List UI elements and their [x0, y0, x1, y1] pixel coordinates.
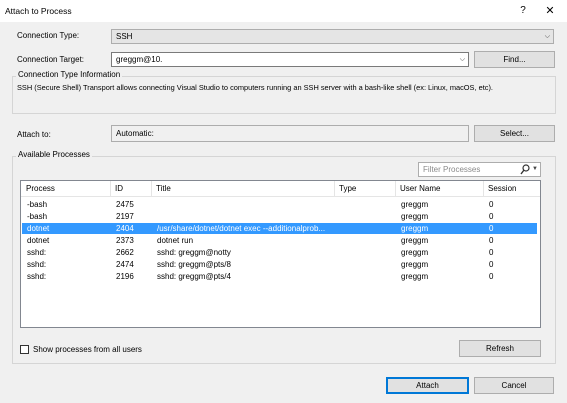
process-cell-title: sshd: greggm@notty [157, 248, 231, 257]
show-all-users-checkbox[interactable] [20, 345, 29, 354]
process-cell-session: 0 [489, 224, 494, 233]
process-cell-title: sshd: greggm@pts/4 [157, 272, 231, 281]
process-cell-user: greggm [401, 200, 429, 209]
process-cell-user: greggm [401, 224, 429, 233]
process-cell-session: 0 [489, 200, 494, 209]
filter-dropdown-icon[interactable]: ▼ [532, 166, 538, 172]
process-cell-process: sshd: [27, 272, 47, 281]
process-cell-process: sshd: [27, 248, 47, 257]
connection-target-value: greggm@10. [116, 55, 163, 64]
process-cell-user: greggm [401, 248, 429, 257]
column-divider[interactable] [110, 181, 111, 196]
process-cell-title: sshd: greggm@pts/8 [157, 260, 231, 269]
column-header-title[interactable]: Title [156, 184, 171, 193]
search-icon[interactable] [520, 164, 530, 175]
process-cell-user: greggm [401, 260, 429, 269]
connection-type-dropdown[interactable]: SSH ⌵ [111, 29, 554, 44]
process-cell-id: 2475 [116, 200, 134, 209]
column-header-process[interactable]: Process [26, 184, 55, 193]
column-divider[interactable] [395, 181, 396, 196]
refresh-button[interactable]: Refresh [459, 340, 541, 357]
process-cell-session: 0 [489, 272, 494, 281]
process-cell-user: greggm [401, 272, 429, 281]
column-divider[interactable] [483, 181, 484, 196]
chevron-down-icon: ⌵ [544, 33, 550, 40]
connection-target-input[interactable]: greggm@10. ⌵ [111, 52, 469, 67]
cancel-button[interactable]: Cancel [474, 377, 554, 394]
process-cell-title: /usr/share/dotnet/dotnet exec --addition… [157, 224, 326, 233]
show-all-users-label[interactable]: Show processes from all users [33, 345, 142, 354]
attach-to-field: Automatic: [111, 125, 469, 142]
process-cell-id: 2197 [116, 212, 134, 221]
attach-button[interactable]: Attach [386, 377, 469, 394]
column-header-type[interactable]: Type [339, 184, 356, 193]
connection-type-label: Connection Type: [17, 31, 80, 40]
process-cell-process: sshd: [27, 260, 47, 269]
filter-placeholder: Filter Processes [423, 165, 481, 174]
process-list-header: Process ID Title Type User Name Session [21, 181, 540, 197]
process-cell-process: -bash [27, 212, 48, 221]
process-cell-session: 0 [489, 260, 494, 269]
chevron-down-icon[interactable]: ⌵ [460, 53, 465, 66]
process-row[interactable]: sshd: 2662 sshd: greggm@notty greggm 0 [22, 247, 537, 258]
process-cell-id: 2662 [116, 248, 134, 257]
process-row[interactable]: dotnet 2373 dotnet run greggm 0 [22, 235, 537, 246]
connection-info-group [12, 76, 556, 114]
title-bar [0, 0, 567, 22]
process-row[interactable]: -bash 2197 greggm 0 [22, 211, 537, 222]
close-button[interactable]: ✕ [540, 3, 560, 19]
process-cell-id: 2373 [116, 236, 134, 245]
attach-to-label: Attach to: [17, 130, 51, 139]
process-cell-id: 2196 [116, 272, 134, 281]
process-cell-id: 2474 [116, 260, 134, 269]
process-cell-session: 0 [489, 248, 494, 257]
process-cell-session: 0 [489, 236, 494, 245]
process-row[interactable]: dotnet 2404/usr/share/dotnet/dotnet exec … [22, 223, 537, 234]
process-row[interactable]: sshd: 2474 sshd: greggm@pts/8 greggm 0 [22, 259, 537, 270]
process-cell-user: greggm [401, 212, 429, 221]
column-divider[interactable] [151, 181, 152, 196]
process-list[interactable]: Process ID Title Type User Name Session … [20, 180, 541, 328]
column-header-id[interactable]: ID [115, 184, 123, 193]
process-cell-title: dotnet run [157, 236, 194, 245]
process-cell-process: dotnet [27, 224, 50, 233]
connection-type-value: SSH [116, 32, 133, 41]
help-button[interactable]: ? [514, 3, 532, 19]
process-cell-user: greggm [401, 236, 429, 245]
process-cell-process: -bash [27, 200, 48, 209]
available-processes-title: Available Processes [16, 150, 92, 159]
column-header-session[interactable]: Session [488, 184, 516, 193]
process-row[interactable]: -bash 2475 greggm 0 [22, 199, 537, 210]
process-cell-process: dotnet [27, 236, 50, 245]
process-cell-session: 0 [489, 212, 494, 221]
process-row[interactable]: sshd: 2196 sshd: greggm@pts/4 greggm 0 [22, 271, 537, 282]
find-button[interactable]: Find... [474, 51, 555, 68]
column-divider[interactable] [334, 181, 335, 196]
process-cell-id: 2404 [116, 224, 134, 233]
filter-processes-input[interactable]: Filter Processes ▼ [418, 162, 541, 177]
connection-info-text: SSH (Secure Shell) Transport allows conn… [17, 83, 493, 92]
connection-target-label: Connection Target: [17, 55, 85, 64]
select-button[interactable]: Select... [474, 125, 555, 142]
connection-info-title: Connection Type Information [16, 70, 123, 79]
window-title: Attach to Process [5, 6, 72, 16]
column-header-user-name[interactable]: User Name [400, 184, 440, 193]
